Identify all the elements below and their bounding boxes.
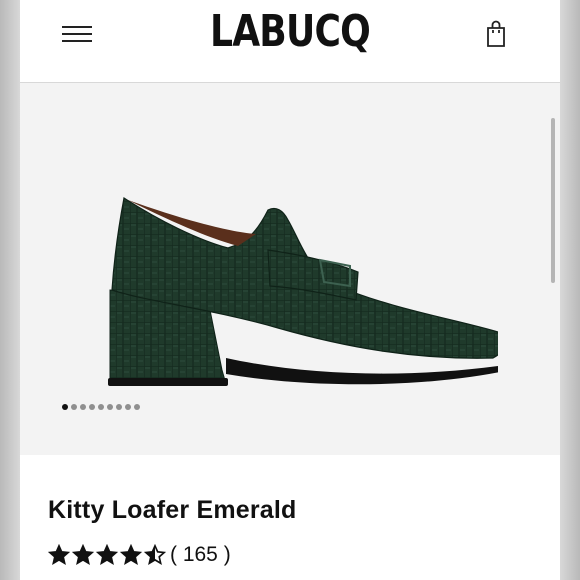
site-header: LABUCQ — [20, 0, 560, 83]
carousel-dot[interactable] — [116, 404, 122, 410]
star-full-icon — [96, 544, 118, 565]
product-title: Kitty Loafer Emerald — [48, 496, 297, 524]
green-croc-heeled-loafer-image — [108, 197, 498, 386]
brand-logo[interactable]: LABUCQ — [69, 6, 512, 57]
carousel-dot[interactable] — [107, 404, 113, 410]
carousel-dot[interactable] — [125, 404, 131, 410]
star-full-icon — [48, 544, 70, 565]
app-screen: LABUCQ Kitty Loafer Emerald (165) — [20, 0, 560, 580]
scrollbar[interactable] — [551, 118, 555, 283]
review-count[interactable]: ( 165 ) — [170, 543, 231, 567]
device-frame-left — [0, 0, 20, 580]
rating-stars — [48, 544, 168, 566]
carousel-dot[interactable] — [89, 404, 95, 410]
star-half-icon — [144, 544, 166, 565]
carousel-dot[interactable] — [62, 404, 68, 410]
carousel-dot[interactable] — [80, 404, 86, 410]
carousel-dot[interactable] — [71, 404, 77, 410]
star-full-icon — [120, 544, 142, 565]
shopping-bag-icon[interactable] — [484, 20, 508, 48]
carousel-dot[interactable] — [134, 404, 140, 410]
star-full-icon — [72, 544, 94, 565]
product-rating[interactable]: ( 165 ) — [48, 540, 231, 570]
carousel-pagination — [62, 402, 140, 412]
carousel-dot[interactable] — [98, 404, 104, 410]
device-frame-right — [560, 0, 580, 580]
